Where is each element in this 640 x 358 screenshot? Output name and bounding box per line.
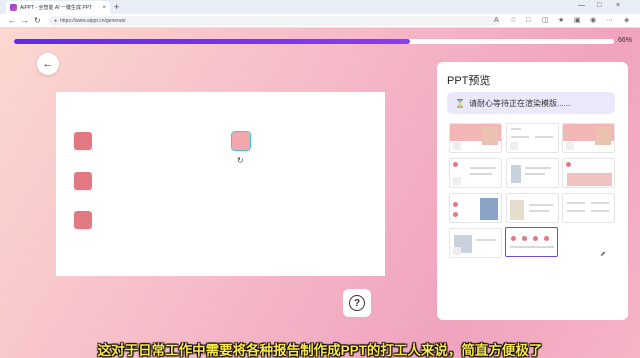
browser-tab-bar: AiPPT - 全智能 AI 一键生成 PPT × + — □ × — [0, 0, 640, 14]
back-arrow-icon[interactable]: ← — [8, 16, 16, 26]
slide-thumbnail[interactable] — [506, 193, 559, 223]
back-button[interactable]: ← — [37, 53, 59, 75]
slide-thumbnail-active[interactable] — [505, 227, 558, 257]
new-tab-button[interactable]: + — [114, 1, 119, 13]
video-caption: 这对于日常工作中需要将各种报告制作成PPT的打工人来说，简直方便极了 — [97, 343, 543, 358]
split-screen-icon[interactable]: ◫ — [542, 17, 549, 25]
profile-icon[interactable]: ◉ — [590, 17, 596, 25]
mouse-cursor-icon: ⬈ — [600, 251, 606, 258]
translate-icon[interactable]: A — [494, 17, 499, 25]
rotate-icon[interactable]: ↻ — [237, 156, 244, 165]
slide-canvas[interactable]: ↻ — [56, 92, 385, 276]
shape-square[interactable] — [74, 211, 92, 229]
favorites-icon[interactable]: ★ — [558, 17, 564, 25]
slide-thumbnail[interactable] — [562, 158, 615, 188]
address-bar: ← → ↻ ● https://www.aippt.cn/generate A … — [0, 14, 640, 28]
shape-square[interactable] — [74, 132, 92, 150]
slide-thumbnail[interactable] — [449, 228, 502, 258]
maximize-icon[interactable]: □ — [597, 2, 601, 9]
favorite-star-icon[interactable]: ☆ — [510, 17, 516, 25]
collections-icon[interactable]: ▣ — [574, 17, 581, 25]
progress-bar — [14, 39, 614, 44]
slide-thumbnail[interactable] — [506, 123, 559, 153]
slide-thumbnail[interactable] — [562, 123, 615, 153]
hourglass-icon: ⏳ — [455, 98, 465, 108]
extension-icon[interactable]: □ — [526, 17, 530, 25]
lock-icon: ● — [54, 18, 58, 24]
minimize-icon[interactable]: — — [578, 2, 585, 9]
help-button[interactable]: ? — [343, 289, 371, 317]
back-arrow-icon: ← — [42, 58, 54, 70]
progress-fill — [14, 39, 410, 44]
url-field[interactable]: ● https://www.aippt.cn/generate — [48, 16, 500, 26]
reload-icon[interactable]: ↻ — [34, 16, 41, 26]
slide-thumbnail[interactable] — [562, 193, 615, 223]
selected-shape[interactable] — [231, 131, 251, 151]
slide-thumbnail[interactable] — [449, 158, 502, 188]
slide-thumbnail[interactable] — [506, 158, 559, 188]
more-options-icon[interactable]: ⋯ — [606, 17, 613, 25]
slide-thumbnail[interactable] — [449, 193, 502, 223]
progress-percent: 66% — [618, 37, 633, 44]
forward-arrow-icon[interactable]: → — [21, 16, 29, 26]
tab-title: AiPPT - 全智能 AI 一键生成 PPT — [20, 5, 93, 11]
slide-thumbnail[interactable] — [449, 123, 502, 153]
aippt-favicon-icon — [10, 4, 17, 11]
help-icon: ? — [349, 295, 365, 311]
panel-title: PPT预览 — [447, 75, 491, 87]
status-text: 请耐心等待正在渲染模版...... — [468, 98, 571, 108]
generate-page: 66% ← ↻ ? PPT预览 ⏳ 请耐心等待正在渲染模版...... ⬈ — [0, 28, 640, 358]
shape-square[interactable] — [74, 172, 92, 190]
copilot-icon[interactable]: ◈ — [624, 17, 629, 25]
render-status: ⏳ 请耐心等待正在渲染模版...... — [447, 92, 615, 114]
url-text: https://www.aippt.cn/generate — [60, 18, 126, 24]
close-window-icon[interactable]: × — [616, 2, 620, 9]
browser-tab[interactable]: AiPPT - 全智能 AI 一键生成 PPT × — [6, 1, 110, 14]
tab-close-icon[interactable]: × — [102, 5, 106, 11]
ppt-preview-panel: PPT预览 ⏳ 请耐心等待正在渲染模版...... — [437, 62, 628, 320]
